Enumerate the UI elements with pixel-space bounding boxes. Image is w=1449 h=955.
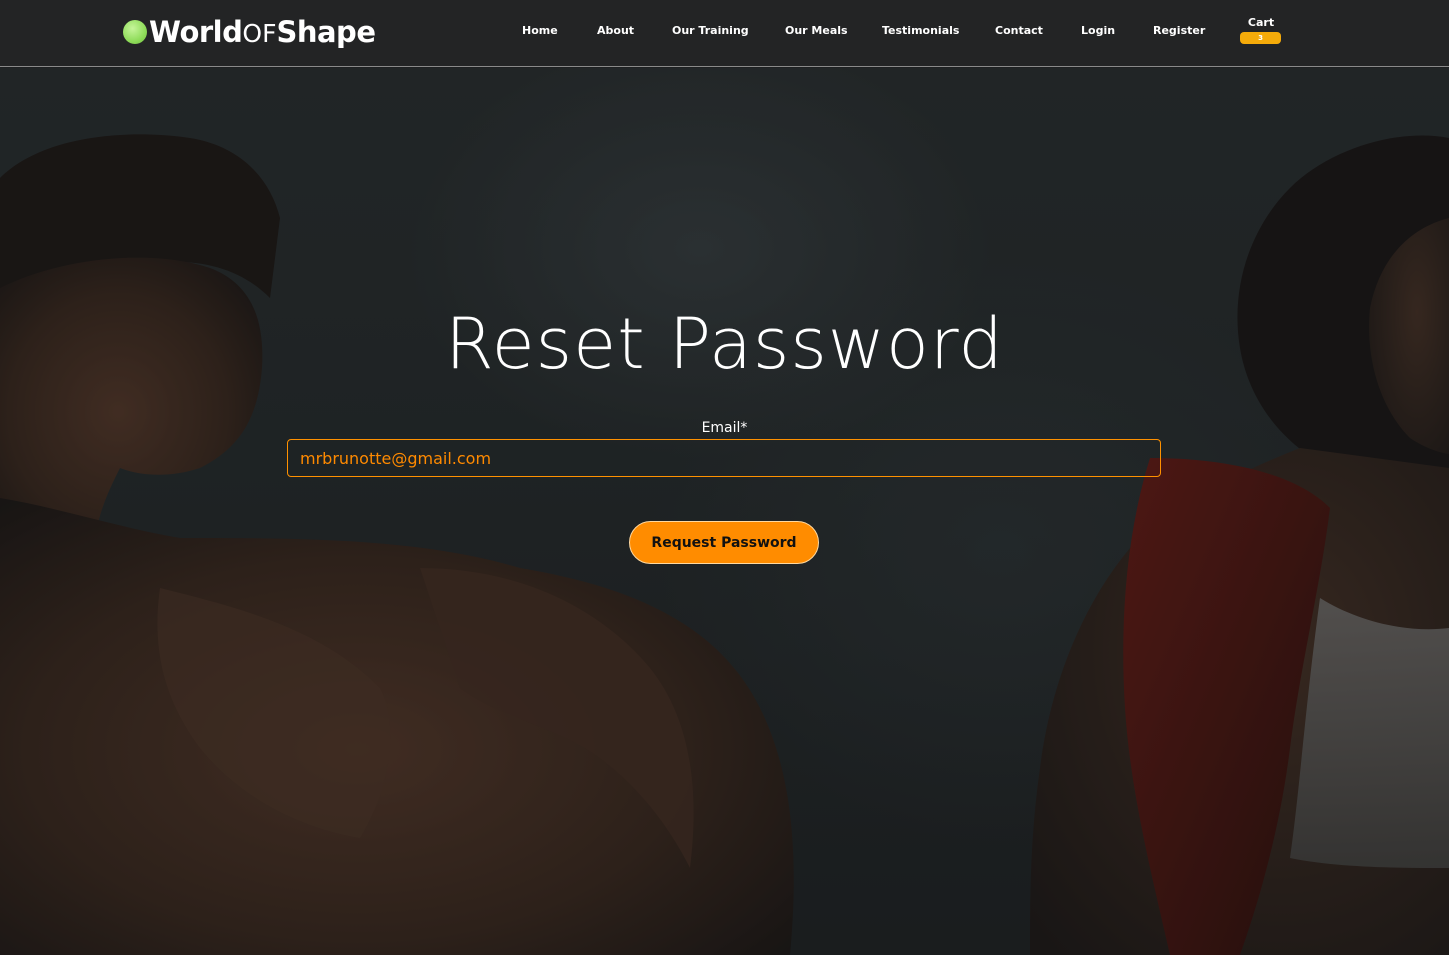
nav-about[interactable]: About — [597, 24, 634, 37]
brand-name: WorldOFShape — [149, 15, 376, 49]
brand-word-of: OF — [242, 19, 277, 48]
hero-background — [0, 68, 1449, 955]
brand-word-world: World — [149, 15, 243, 49]
cart-label: Cart — [1247, 16, 1275, 29]
nav-home[interactable]: Home — [522, 24, 558, 37]
cart-count-badge: 3 — [1240, 32, 1281, 44]
athletes-background-image — [0, 68, 1449, 955]
nav-login[interactable]: Login — [1081, 24, 1115, 37]
nav-our-meals[interactable]: Our Meals — [785, 24, 848, 37]
cart-link[interactable]: Cart 3 — [1240, 16, 1282, 44]
request-password-button[interactable]: Request Password — [629, 521, 819, 564]
email-input[interactable] — [287, 439, 1161, 477]
nav-contact[interactable]: Contact — [995, 24, 1043, 37]
brand-logo[interactable]: WorldOFShape — [123, 14, 376, 50]
top-navbar: WorldOFShape Home About Our Training Our… — [0, 0, 1449, 67]
nav-our-training[interactable]: Our Training — [672, 24, 749, 37]
page-title: Reset Password — [445, 303, 1004, 385]
nav-testimonials[interactable]: Testimonials — [882, 24, 959, 37]
brand-ball-icon — [123, 20, 147, 44]
brand-word-shape: Shape — [276, 15, 376, 49]
email-label: Email* — [701, 420, 748, 436]
nav-register[interactable]: Register — [1153, 24, 1205, 37]
